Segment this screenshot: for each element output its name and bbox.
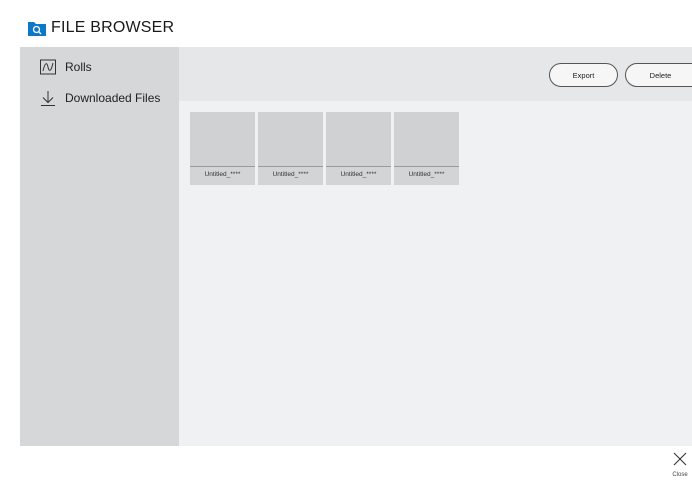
app-title: FILE BROWSER (51, 19, 175, 36)
file-name: Untitled_**** (272, 171, 309, 178)
sidebar: Rolls Downloaded Files (20, 47, 179, 446)
file-browser-window: FILE BROWSER Rolls Downloaded Files Expo… (20, 9, 692, 485)
sidebar-item-downloaded-files[interactable]: Downloaded Files (20, 85, 179, 111)
sidebar-item-label: Rolls (65, 60, 92, 74)
file-name: Untitled_**** (340, 171, 377, 178)
file-tile[interactable]: Untitled_**** (190, 112, 255, 185)
title-bar: FILE BROWSER (20, 9, 692, 47)
file-name: Untitled_**** (408, 171, 445, 178)
close-button[interactable]: Close (668, 452, 692, 482)
sidebar-item-rolls[interactable]: Rolls (20, 54, 179, 80)
toolbar: Export Delete (179, 47, 692, 101)
file-thumbnail (190, 112, 255, 167)
folder-search-icon (28, 21, 46, 36)
download-icon (39, 89, 57, 107)
file-grid: Untitled_**** Untitled_**** Untitled_***… (179, 101, 692, 446)
file-tile[interactable]: Untitled_**** (326, 112, 391, 185)
file-tile[interactable]: Untitled_**** (258, 112, 323, 185)
export-button[interactable]: Export (549, 63, 618, 87)
file-tile[interactable]: Untitled_**** (394, 112, 459, 185)
file-thumbnail (258, 112, 323, 167)
roll-icon (39, 58, 57, 76)
file-thumbnail (394, 112, 459, 167)
close-label: Close (672, 472, 688, 478)
footer-bar: Close (20, 446, 692, 485)
delete-button[interactable]: Delete (625, 63, 692, 87)
close-icon (673, 452, 687, 466)
file-thumbnail (326, 112, 391, 167)
sidebar-item-label: Downloaded Files (65, 91, 161, 105)
file-name: Untitled_**** (204, 171, 241, 178)
